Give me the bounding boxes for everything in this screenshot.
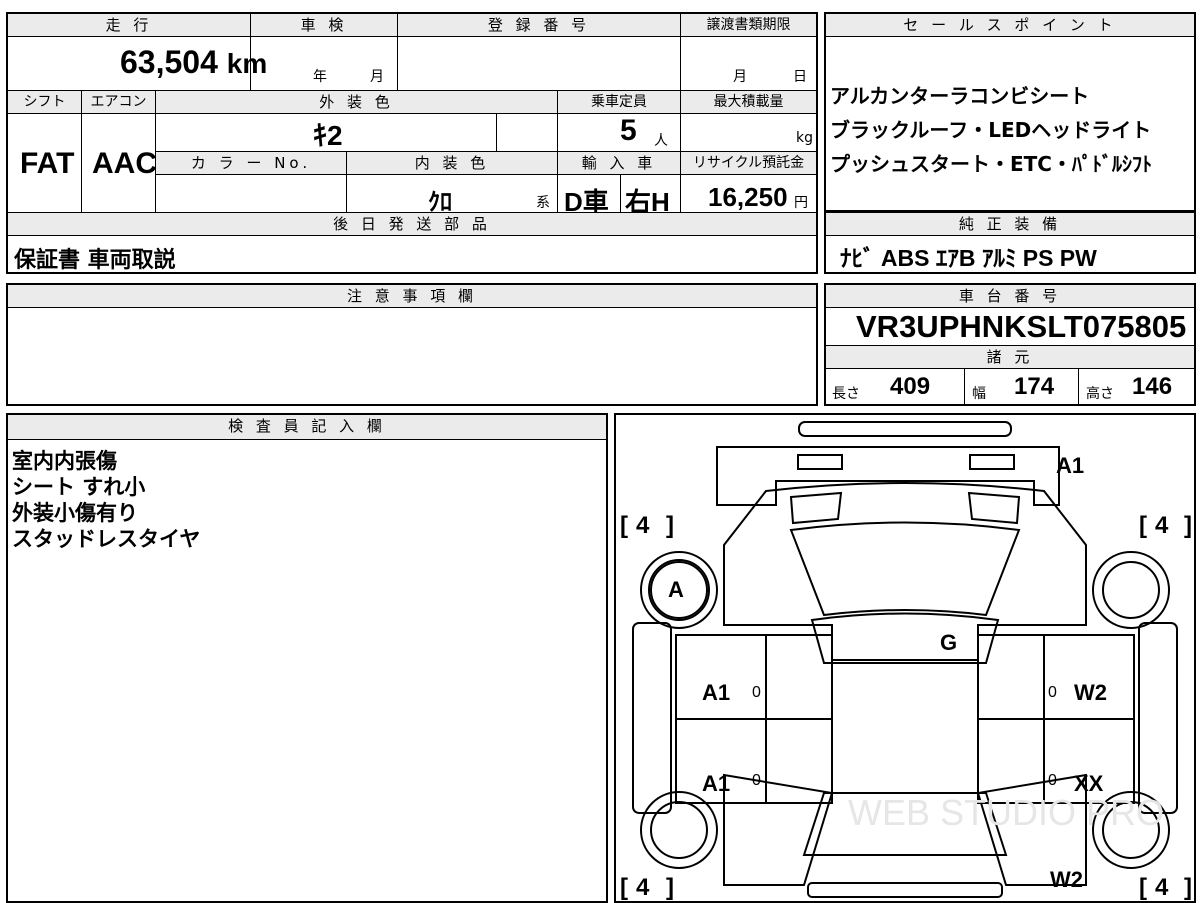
genuine-equipment-panel: 純 正 装 備 ﾅﾋﾞ ABS ｴｱB ｱﾙﾐ PS PW bbox=[824, 211, 1196, 274]
aircon-header: エアコン bbox=[82, 91, 155, 113]
length-label: 長さ bbox=[832, 386, 860, 402]
exterior-color-header: 外 装 色 bbox=[156, 91, 557, 113]
notes-panel: 注 意 事 項 欄 bbox=[6, 283, 818, 406]
shift-header: シフト bbox=[8, 91, 81, 113]
transfer-month-label: 月 bbox=[733, 69, 747, 85]
tire-rear-right-open: [ bbox=[1139, 874, 1147, 901]
inspection-header: 車 検 bbox=[251, 14, 397, 36]
recycle-fee-header: リサイクル預託金 bbox=[681, 152, 816, 174]
capacity-value: 5 bbox=[620, 114, 637, 147]
tire-front-right-close: ] bbox=[1184, 512, 1192, 539]
mileage-value: 63,504 km bbox=[120, 44, 267, 81]
max-load-header: 最大積載量 bbox=[681, 91, 816, 113]
tire-front-left-value: 4 bbox=[636, 512, 650, 539]
chassis-panel: 車 台 番 号 VR3UPHNKSLT075805 諸 元 長さ 409 幅 1… bbox=[824, 283, 1196, 406]
tire-rear-right-value: 4 bbox=[1155, 874, 1169, 901]
tire-rear-left-value: 4 bbox=[636, 874, 650, 901]
recycle-fee-value: 16,250 bbox=[708, 182, 788, 212]
cabin-roof-shape bbox=[831, 662, 979, 794]
door-zero-lf: 0 bbox=[752, 684, 761, 701]
rear-left-wheel-inner bbox=[650, 801, 708, 859]
transfer-deadline-header: 譲渡書類期限 bbox=[681, 14, 816, 36]
inspector-header: 検 査 員 記 入 欄 bbox=[8, 415, 606, 439]
windshield-shape bbox=[789, 521, 1021, 617]
selling-points-header: セ ー ル ス ポ イ ン ト bbox=[826, 14, 1194, 36]
width-value: 174 bbox=[1014, 373, 1055, 400]
mileage-number: 63,504 bbox=[120, 44, 218, 80]
right-sill-shape bbox=[1138, 622, 1178, 814]
mark-front-left-wheel: A bbox=[668, 577, 684, 602]
registration-header: 登 録 番 号 bbox=[398, 14, 680, 36]
color-no-header: カ ラ ー No. bbox=[156, 152, 346, 174]
car-diagram: [ 4 ] [ 4 ] [ 4 ] [ 4 ] A1 A G A1 A1 W2 … bbox=[620, 421, 1192, 901]
tire-front-left-open: [ bbox=[620, 512, 628, 539]
interior-color-header: 内 装 色 bbox=[347, 152, 557, 174]
inspection-year-label: 年 bbox=[313, 69, 327, 85]
front-bumper-shape bbox=[798, 421, 1012, 437]
selling-points-panel: セ ー ル ス ポ イ ン ト アルカンターラコンビシート ブラックルーフ・LE… bbox=[824, 12, 1196, 212]
front-body-shape bbox=[723, 482, 1087, 661]
tire-front-right-value: 4 bbox=[1155, 512, 1169, 539]
selling-point-1: アルカンターラコンビシート bbox=[830, 84, 1090, 108]
mileage-header: 走 行 bbox=[8, 14, 250, 36]
tire-rear-left-open: [ bbox=[620, 874, 628, 901]
transfer-day-label: 日 bbox=[793, 69, 807, 85]
right-headlight-shape bbox=[969, 454, 1015, 470]
inspection-month-label: 月 bbox=[370, 69, 384, 85]
shift-value: FAT bbox=[20, 147, 75, 180]
chassis-number-value: VR3UPHNKSLT075805 bbox=[856, 309, 1187, 344]
tire-rear-left-close: ] bbox=[666, 874, 674, 901]
aircon-value: AAC bbox=[92, 147, 157, 180]
interior-color-suffix: 系 bbox=[536, 195, 550, 211]
vehicle-info-panel: 走 行 車 検 登 録 番 号 譲渡書類期限 63,504 km 年 月 月 日… bbox=[6, 12, 818, 274]
height-value: 146 bbox=[1132, 373, 1173, 400]
selling-point-2: ブラックルーフ・LEDヘッドライト bbox=[830, 118, 1152, 142]
mark-rear-right: W2 bbox=[1050, 867, 1083, 892]
rear-bumper-shape bbox=[807, 882, 1003, 898]
mark-right-front-door: W2 bbox=[1074, 680, 1107, 705]
left-sill-shape bbox=[632, 622, 672, 814]
genuine-equipment-value: ﾅﾋﾞ ABS ｴｱB ｱﾙﾐ PS PW bbox=[840, 245, 1097, 271]
mark-left-front-door: A1 bbox=[702, 680, 730, 705]
max-load-unit: kg bbox=[796, 130, 813, 146]
watermark-text: WEB STUDIO PRO bbox=[848, 792, 1164, 833]
length-value: 409 bbox=[890, 373, 931, 400]
door-zero-lr: 0 bbox=[752, 772, 761, 789]
front-right-wheel-inner bbox=[1102, 561, 1160, 619]
inspector-line-4: スタッドレスタイヤ bbox=[12, 527, 201, 551]
exterior-color-value: ｷ2 bbox=[313, 120, 343, 151]
front-right-wheel-outer bbox=[1092, 551, 1170, 629]
spec-header: 諸 元 bbox=[826, 346, 1194, 368]
genuine-equipment-header: 純 正 装 備 bbox=[826, 213, 1194, 235]
chassis-number-header: 車 台 番 号 bbox=[826, 285, 1194, 307]
tire-front-right-open: [ bbox=[1139, 512, 1147, 539]
right-light-inner bbox=[967, 491, 1021, 525]
mileage-unit: km bbox=[226, 48, 268, 79]
import-header: 輸 入 車 bbox=[558, 152, 680, 174]
tire-front-left-close: ] bbox=[666, 512, 674, 539]
selling-point-3: プッシュスタート・ETC・ﾊﾟﾄﾞﾙｼﾌﾄ bbox=[830, 152, 1152, 176]
notes-header: 注 意 事 項 欄 bbox=[8, 285, 816, 307]
mark-left-rear-door: A1 bbox=[702, 771, 730, 796]
later-parts-value: 保証書 車両取説 bbox=[14, 248, 176, 273]
capacity-header: 乗車定員 bbox=[558, 91, 680, 113]
capacity-unit: 人 bbox=[654, 133, 668, 149]
mark-roof: G bbox=[940, 630, 957, 655]
rear-left-quarter bbox=[723, 773, 834, 886]
recycle-fee-unit: 円 bbox=[794, 195, 808, 211]
tire-rear-right-close: ] bbox=[1184, 874, 1192, 901]
door-zero-rr: 0 bbox=[1048, 772, 1057, 789]
left-light-inner bbox=[789, 491, 843, 525]
left-headlight-shape bbox=[797, 454, 843, 470]
mark-front-right: A1 bbox=[1056, 453, 1084, 478]
roof-shape bbox=[810, 612, 1000, 664]
door-zero-rf: 0 bbox=[1048, 684, 1057, 701]
width-label: 幅 bbox=[972, 386, 986, 402]
height-label: 高さ bbox=[1086, 386, 1114, 402]
inspector-panel: 検 査 員 記 入 欄 室内内張傷 シート すれ小 外装小傷有り スタッドレスタ… bbox=[6, 413, 608, 903]
later-parts-header: 後 日 発 送 部 品 bbox=[8, 213, 816, 235]
car-diagram-panel: [ 4 ] [ 4 ] [ 4 ] [ 4 ] A1 A G A1 A1 W2 … bbox=[614, 413, 1196, 903]
